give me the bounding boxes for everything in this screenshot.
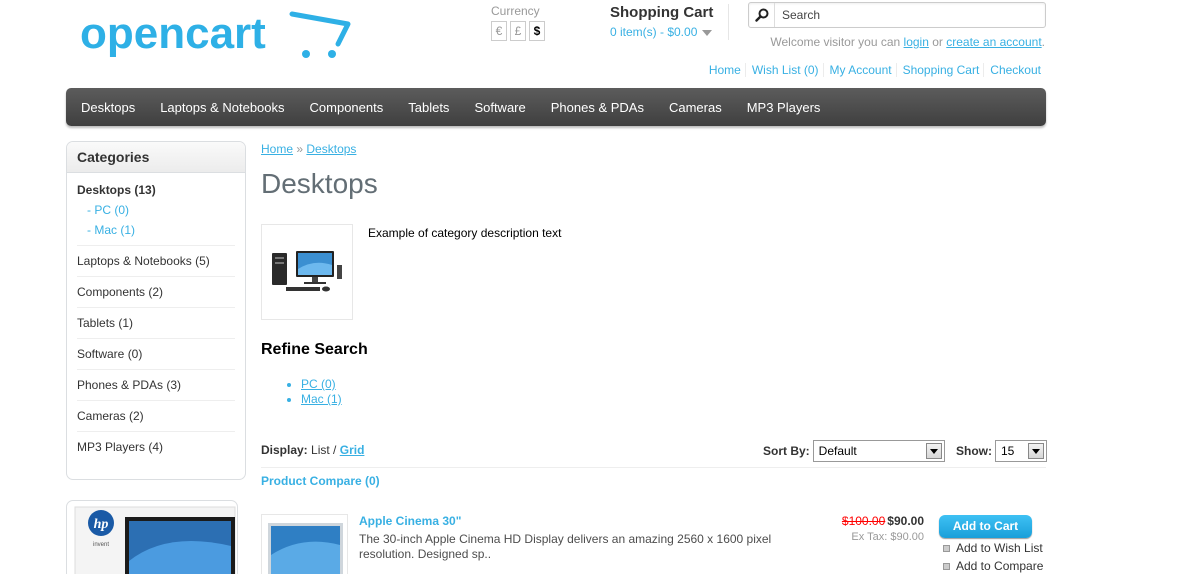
menu-item-components[interactable]: Components: [310, 100, 384, 115]
search-button[interactable]: [749, 3, 775, 27]
add-to-compare-link[interactable]: Add to Compare: [943, 559, 1043, 573]
currency-pound-button[interactable]: £: [510, 21, 526, 41]
chevron-down-icon[interactable]: [702, 29, 713, 36]
logo-text: opencart: [80, 10, 266, 58]
cart-heading: Shopping Cart: [610, 4, 714, 21]
categories-heading: Categories: [67, 142, 245, 173]
refine-item-mac[interactable]: Mac (1): [301, 392, 342, 407]
wishlist-link[interactable]: Wish List (0): [744, 63, 823, 77]
sort-value: Default: [818, 444, 857, 458]
welcome-message: Welcome visitor you can login or create …: [770, 35, 1045, 49]
display-list: List: [311, 443, 330, 457]
breadcrumb-home[interactable]: Home: [261, 142, 293, 156]
show-control: Show: 15: [956, 440, 1047, 462]
currency-euro-button[interactable]: €: [491, 21, 507, 41]
product-image[interactable]: [261, 514, 348, 574]
hp-banner[interactable]: hp invent: [66, 500, 238, 574]
login-link[interactable]: login: [904, 35, 929, 49]
subcategory-pc[interactable]: - PC (0): [77, 203, 235, 217]
hp-logo-text: hp: [94, 517, 109, 532]
category-item-mp3[interactable]: MP3 Players (4): [77, 432, 235, 462]
refine-item-label[interactable]: PC (0): [301, 377, 336, 391]
bullet-icon: [943, 563, 950, 571]
welcome-prefix: Welcome visitor you can: [770, 35, 904, 49]
menu-item-cameras[interactable]: Cameras: [669, 100, 722, 115]
opencart-logo[interactable]: opencart: [80, 9, 355, 70]
subcategory-mac[interactable]: - Mac (1): [77, 223, 235, 237]
add-to-compare-label[interactable]: Add to Compare: [956, 559, 1043, 573]
refine-item-pc[interactable]: PC (0): [301, 377, 342, 392]
breadcrumb: Home » Desktops: [261, 142, 356, 156]
search-input[interactable]: [782, 7, 1037, 23]
category-label[interactable]: Desktops (13): [77, 183, 156, 197]
chevron-down-icon: [925, 443, 942, 459]
my-account-link[interactable]: My Account: [822, 63, 896, 77]
category-description: Example of category description text: [368, 226, 562, 240]
page-title: Desktops: [261, 168, 378, 199]
menu-item-tablets[interactable]: Tablets: [408, 100, 449, 115]
divider: [261, 467, 1046, 468]
menu-item-mp3[interactable]: MP3 Players: [747, 100, 821, 115]
menu-item-phones[interactable]: Phones & PDAs: [551, 100, 644, 115]
categories-box: Categories Desktops (13) - PC (0) - Mac …: [66, 141, 246, 480]
add-to-wishlist-label[interactable]: Add to Wish List: [956, 541, 1043, 555]
sort-select[interactable]: Default: [812, 440, 945, 462]
shopping-cart-link[interactable]: Shopping Cart: [895, 63, 984, 77]
welcome-suffix: .: [1041, 35, 1045, 49]
product-price: $100.00 $90.00 Ex Tax: $90.00: [842, 514, 924, 543]
display-separator: /: [329, 443, 340, 457]
create-account-link[interactable]: create an account: [946, 35, 1041, 49]
category-item-tablets[interactable]: Tablets (1): [77, 308, 235, 339]
category-item-components[interactable]: Components (2): [77, 277, 235, 308]
show-label: Show:: [956, 444, 992, 458]
price-new: $90.00: [887, 514, 924, 528]
welcome-middle: or: [928, 35, 947, 49]
currency-label: Currency: [491, 4, 540, 18]
show-select[interactable]: 15: [995, 440, 1047, 462]
display-label: Display:: [261, 443, 308, 457]
sort-control: Sort By: Default: [763, 440, 945, 462]
sort-label: Sort By:: [763, 444, 810, 458]
checkout-link[interactable]: Checkout: [983, 63, 1045, 77]
product-name-link[interactable]: Apple Cinema 30": [359, 514, 461, 528]
main-menu: Desktops Laptops & Notebooks Components …: [66, 88, 1046, 126]
currency-selector: Currency € £ $: [491, 4, 548, 41]
bullet-icon: [943, 545, 950, 553]
category-item-phones[interactable]: Phones & PDAs (3): [77, 370, 235, 401]
menu-item-software[interactable]: Software: [474, 100, 525, 115]
breadcrumb-desktops[interactable]: Desktops: [306, 142, 356, 156]
breadcrumb-separator: »: [296, 142, 304, 156]
category-image: [261, 224, 353, 320]
show-value: 15: [1001, 444, 1015, 458]
header-divider: [728, 4, 729, 40]
product-compare-link[interactable]: Product Compare (0): [261, 474, 380, 488]
display-toggle: Display: List / Grid: [261, 443, 364, 457]
hp-tagline: invent: [93, 542, 109, 548]
menu-item-desktops[interactable]: Desktops: [81, 100, 135, 115]
price-ex-tax: Ex Tax: $90.00: [851, 531, 924, 543]
refine-item-label[interactable]: Mac (1): [301, 392, 342, 406]
menu-item-laptops[interactable]: Laptops & Notebooks: [160, 100, 284, 115]
refine-list: PC (0) Mac (1): [301, 377, 342, 407]
display-grid-link[interactable]: Grid: [340, 443, 365, 457]
price-old: $100.00: [841, 514, 886, 528]
add-to-wishlist-link[interactable]: Add to Wish List: [943, 541, 1043, 555]
currency-dollar-button[interactable]: $: [529, 21, 545, 41]
home-link[interactable]: Home: [703, 63, 745, 77]
category-item-software[interactable]: Software (0): [77, 339, 235, 370]
top-links: Home Wish List (0) My Account Shopping Cart…: [703, 63, 1045, 77]
search-box: [748, 2, 1046, 28]
header-cart[interactable]: Shopping Cart 0 item(s) - $0.00: [610, 4, 713, 39]
add-to-cart-button[interactable]: Add to Cart: [939, 515, 1032, 538]
refine-search-heading: Refine Search: [261, 341, 368, 358]
category-item-laptops[interactable]: Laptops & Notebooks (5): [77, 246, 235, 277]
cart-total[interactable]: 0 item(s) - $0.00: [610, 25, 697, 39]
category-item-desktops: Desktops (13) - PC (0) - Mac (1): [77, 173, 235, 246]
search-icon: [754, 8, 768, 22]
category-item-cameras[interactable]: Cameras (2): [77, 401, 235, 432]
product-list-item: Apple Cinema 30" The 30-inch Apple Cinem…: [261, 510, 1046, 574]
chevron-down-icon: [1028, 443, 1044, 459]
product-description: The 30-inch Apple Cinema HD Display deli…: [359, 532, 772, 561]
